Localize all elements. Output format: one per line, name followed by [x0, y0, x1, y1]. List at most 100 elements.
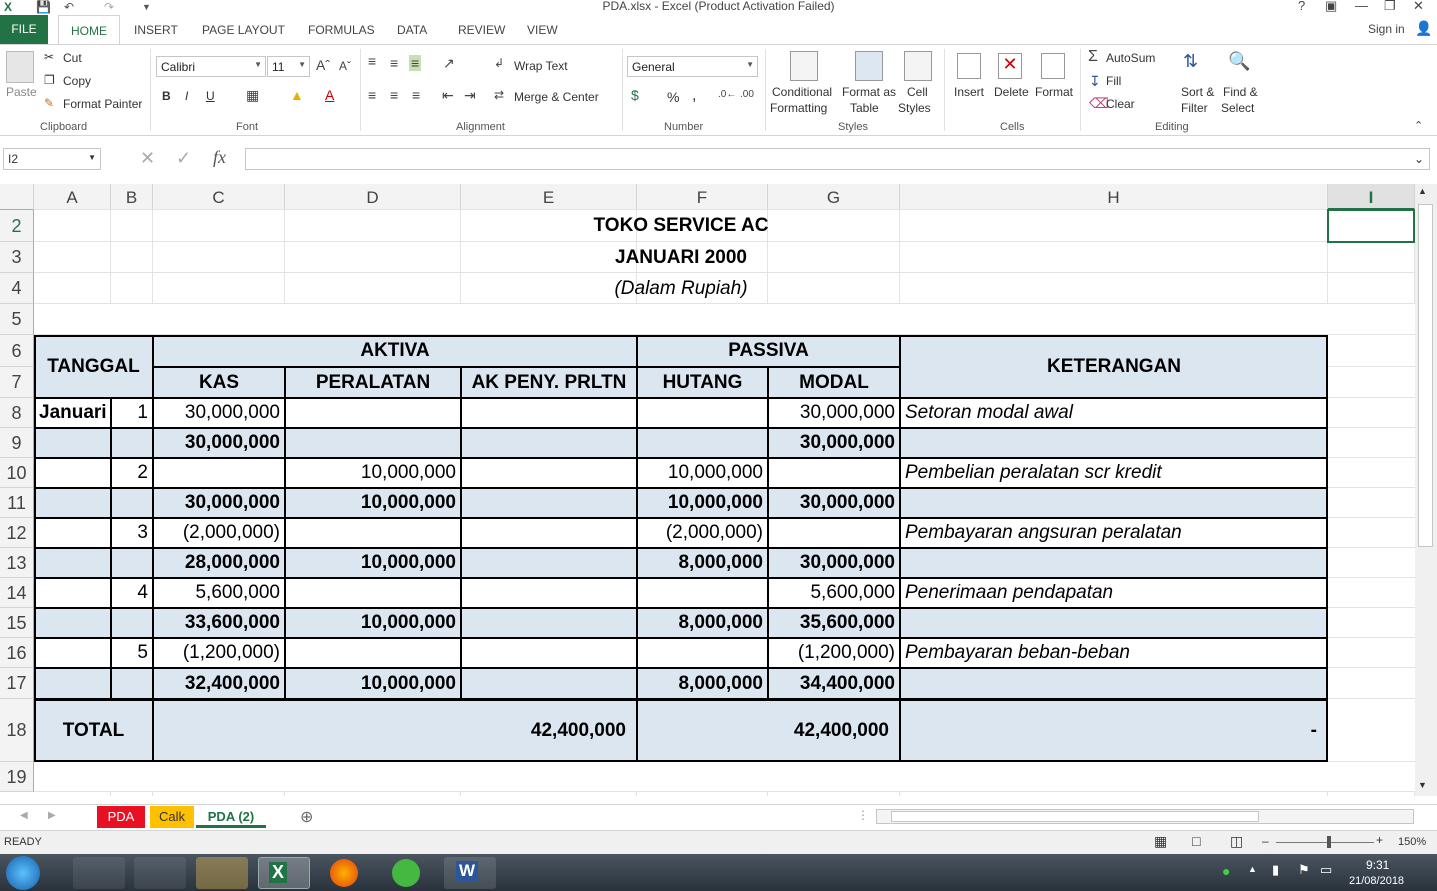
bold-button[interactable]: B — [162, 89, 171, 103]
normal-view-icon[interactable]: ▦ — [1154, 833, 1167, 850]
column-header-d[interactable]: D — [285, 184, 461, 210]
cell-peralatan[interactable] — [285, 428, 461, 458]
cell-hutang[interactable]: 8,000,000 — [637, 608, 768, 638]
row-header-17[interactable]: 17 — [0, 668, 34, 699]
close-icon[interactable]: ✕ — [1413, 0, 1424, 14]
increase-indent-icon[interactable]: ⇥ — [464, 87, 476, 104]
power-tray-icon[interactable]: ▮ — [1272, 862, 1279, 878]
cell-peralatan[interactable]: 10,000,000 — [285, 548, 461, 578]
tab-insert[interactable]: INSERT — [134, 23, 178, 37]
column-header-e[interactable]: E — [461, 184, 637, 210]
align-middle-icon[interactable]: ≡ — [390, 55, 398, 71]
tray-expand-icon[interactable]: ▲ — [1248, 864, 1257, 874]
account-icon[interactable]: 👤 — [1415, 20, 1432, 37]
delete-button[interactable]: Delete — [994, 85, 1029, 99]
borders-icon[interactable]: ▦ — [246, 87, 259, 104]
cell-kas[interactable]: 32,400,000 — [153, 668, 285, 699]
row-header-4[interactable]: 4 — [0, 273, 34, 304]
sheet-tab-calk[interactable]: Calk — [150, 806, 194, 828]
cell-keterangan[interactable] — [900, 548, 1328, 578]
vertical-scrollbar[interactable]: ▲ ▼ — [1415, 184, 1437, 796]
cell-hutang[interactable]: 10,000,000 — [637, 458, 768, 488]
row-header-15[interactable]: 15 — [0, 608, 34, 638]
increase-font-icon[interactable]: Aˆ — [316, 57, 330, 73]
tab-file[interactable]: FILE — [0, 15, 48, 44]
excel-taskbar-icon[interactable]: X — [258, 857, 310, 889]
calculator-taskbar-icon[interactable] — [73, 857, 125, 889]
cell-ak-peny[interactable] — [461, 428, 637, 458]
cell-ak-peny[interactable] — [461, 578, 637, 608]
title-unit[interactable]: (Dalam Rupiah) — [34, 273, 1328, 304]
cell-modal[interactable]: 5,600,000 — [768, 578, 900, 608]
cell-keterangan[interactable]: Setoran modal awal — [900, 398, 1328, 428]
cell-ak-peny[interactable] — [461, 488, 637, 518]
align-right-icon[interactable]: ≡ — [412, 87, 420, 103]
cell-keterangan[interactable]: Penerimaan pendapatan — [900, 578, 1328, 608]
tab-page-layout[interactable]: PAGE LAYOUT — [202, 23, 285, 37]
expand-formula-icon[interactable]: ⌄ — [1414, 152, 1424, 166]
cell-keterangan[interactable] — [900, 428, 1328, 458]
vertical-scroll-thumb[interactable] — [1418, 204, 1433, 547]
title-month[interactable]: JANUARI 2000 — [34, 242, 1328, 273]
cell-day[interactable]: 3 — [111, 518, 153, 548]
minimize-icon[interactable]: — — [1355, 0, 1368, 13]
cell-hutang[interactable]: (2,000,000) — [637, 518, 768, 548]
cell-day[interactable] — [111, 488, 153, 518]
page-layout-view-icon[interactable]: □ — [1192, 833, 1200, 849]
cell-day[interactable] — [111, 428, 153, 458]
cell-day[interactable]: 1 — [111, 398, 153, 428]
paste-button[interactable]: Paste — [6, 85, 37, 99]
wifi-tray-icon[interactable]: ● — [1222, 863, 1230, 879]
column-header-i[interactable]: I — [1328, 184, 1415, 210]
sheet-tab-pda[interactable]: PDA — [97, 806, 145, 828]
cell-kas[interactable]: (1,200,000) — [153, 638, 285, 668]
sort-filter-button[interactable]: Sort & — [1181, 85, 1214, 99]
decrease-decimal-icon[interactable]: .00 — [740, 89, 754, 100]
cell-modal[interactable]: 35,600,000 — [768, 608, 900, 638]
merge-center-button[interactable]: Merge & Center — [514, 90, 599, 104]
zoom-level[interactable]: 150% — [1398, 836, 1426, 848]
header-hutang[interactable]: HUTANG — [637, 367, 768, 398]
cell-kas[interactable]: 30,000,000 — [153, 398, 285, 428]
header-keterangan[interactable]: KETERANGAN — [900, 335, 1328, 398]
worksheet-grid[interactable]: A B C D E F G H I 2 3 4 5 6 7 8 9 10 11 12 13 14 15 16 17 18 19 TOK… — [0, 184, 1415, 796]
title-toko[interactable]: TOKO SERVICE AC — [34, 210, 1328, 242]
cell-hutang[interactable]: 8,000,000 — [637, 668, 768, 699]
cell-modal[interactable] — [768, 518, 900, 548]
tab-split-handle[interactable]: ⋮ — [857, 808, 869, 822]
row-header-12[interactable]: 12 — [0, 518, 34, 548]
ribbon-display-icon[interactable]: ▣ — [1325, 0, 1337, 14]
comma-button[interactable]: , — [692, 87, 696, 105]
header-peralatan[interactable]: PERALATAN — [285, 367, 461, 398]
cell-ak-peny[interactable] — [461, 608, 637, 638]
cell-month[interactable] — [34, 488, 111, 518]
scanner-taskbar-icon[interactable] — [134, 857, 186, 889]
cell-modal[interactable]: 30,000,000 — [768, 548, 900, 578]
prev-sheet-icon[interactable]: ◀ — [20, 810, 28, 821]
cell-month[interactable] — [34, 578, 111, 608]
cancel-entry-icon[interactable]: ✕ — [140, 148, 155, 169]
row-header-13[interactable]: 13 — [0, 548, 34, 578]
percent-button[interactable]: % — [667, 89, 679, 105]
cell-month[interactable]: Januari — [34, 398, 111, 428]
cell-day[interactable] — [111, 608, 153, 638]
cell-day[interactable]: 5 — [111, 638, 153, 668]
row-header-16[interactable]: 16 — [0, 638, 34, 668]
cell-modal[interactable]: (1,200,000) — [768, 638, 900, 668]
cell-hutang[interactable]: 10,000,000 — [637, 488, 768, 518]
cell-hutang[interactable] — [637, 578, 768, 608]
cell-peralatan[interactable]: 10,000,000 — [285, 668, 461, 699]
name-box[interactable]: I2 ▼ — [3, 148, 101, 170]
copy-button[interactable]: Copy — [63, 74, 91, 88]
find-select-button[interactable]: Find & — [1223, 85, 1258, 99]
sort-filter-label2[interactable]: Filter — [1181, 101, 1208, 115]
cut-button[interactable]: Cut — [63, 51, 82, 65]
page-break-view-icon[interactable]: ◫ — [1230, 833, 1243, 850]
firefox-taskbar-icon[interactable] — [320, 857, 372, 889]
format-button[interactable]: Format — [1035, 85, 1073, 99]
cell-modal[interactable]: 30,000,000 — [768, 398, 900, 428]
tab-view[interactable]: VIEW — [527, 23, 558, 37]
cell-kas[interactable] — [153, 458, 285, 488]
zoom-slider[interactable] — [1276, 842, 1374, 843]
fill-color-icon[interactable]: ▲ — [290, 87, 304, 103]
